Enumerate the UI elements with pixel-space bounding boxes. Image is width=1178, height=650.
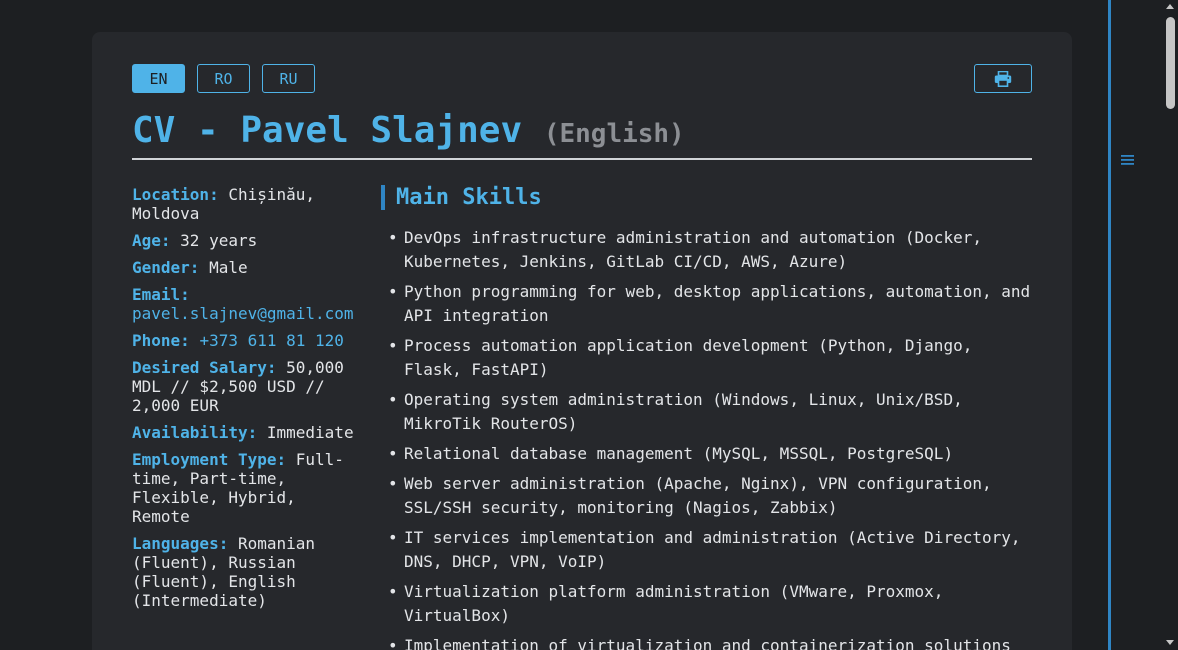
list-item: Implementation of virtualization and con… [382,634,1032,650]
info-availability: Availability: Immediate [132,423,357,442]
title-language: (English) [543,119,685,149]
title-divider [132,158,1032,160]
info-age: Age: 32 years [132,231,357,250]
scroll-down-arrow-icon[interactable] [1166,640,1174,645]
print-button[interactable] [974,64,1032,93]
side-menu-toggle[interactable] [1121,152,1135,166]
scrollbar-thumb[interactable] [1166,17,1175,109]
personal-info: Location: Chișinău, Moldova Age: 32 year… [132,185,357,618]
info-location: Location: Chișinău, Moldova [132,185,357,223]
list-item: Relational database management (MySQL, M… [382,442,1032,466]
info-label: Availability: [132,423,258,442]
list-item: Operating system administration (Windows… [382,388,1032,436]
printer-icon [994,70,1012,87]
list-item: Web server administration (Apache, Nginx… [382,472,1032,520]
info-label: Employment Type: [132,450,287,469]
side-panel-divider[interactable] [1108,0,1111,650]
info-label: Languages: [132,534,229,553]
info-gender: Gender: Male [132,258,357,277]
section-heading-main-skills: Main Skills [381,185,542,210]
cv-card: EN RO RU CV - Pavel Slajnev (English) Lo… [92,32,1072,650]
list-item: Python programming for web, desktop appl… [382,280,1032,328]
info-label: Location: [132,185,219,204]
scroll-up-arrow-icon[interactable] [1166,4,1174,9]
lang-button-ru[interactable]: RU [262,64,315,93]
info-label: Desired Salary: [132,358,277,377]
lang-button-en[interactable]: EN [132,64,185,93]
language-switcher: EN RO RU [132,64,315,93]
page-title: CV - Pavel Slajnev (English) [132,110,685,151]
info-label: Age: [132,231,171,250]
list-item: Virtualization platform administration (… [382,580,1032,628]
info-value: 32 years [180,231,258,250]
info-label: Phone: [132,331,190,350]
email-link[interactable]: pavel.slajnev@gmail.com [132,304,354,323]
info-email: Email: pavel.slajnev@gmail.com [132,285,357,323]
phone-link[interactable]: +373 611 81 120 [199,331,344,350]
page: EN RO RU CV - Pavel Slajnev (English) Lo… [0,0,1178,650]
list-item: IT services implementation and administr… [382,526,1032,574]
info-employment-type: Employment Type: Full-time, Part-time, F… [132,450,357,526]
info-label: Gender: [132,258,200,277]
skills-list: DevOps infrastructure administration and… [382,226,1032,650]
menu-icon [1121,155,1134,165]
list-item: DevOps infrastructure administration and… [382,226,1032,274]
info-label: Email: [132,285,190,304]
lang-button-ro[interactable]: RO [197,64,250,93]
title-name: CV - Pavel Slajnev [132,110,523,151]
list-item: Process automation application developme… [382,334,1032,382]
info-value: Immediate [266,423,354,442]
info-salary: Desired Salary: 50,000 MDL // $2,500 USD… [132,358,357,415]
info-value: Male [209,258,248,277]
scrollbar[interactable] [1163,0,1178,650]
info-languages: Languages: Romanian (Fluent), Russian (F… [132,534,357,610]
info-phone: Phone: +373 611 81 120 [132,331,357,350]
